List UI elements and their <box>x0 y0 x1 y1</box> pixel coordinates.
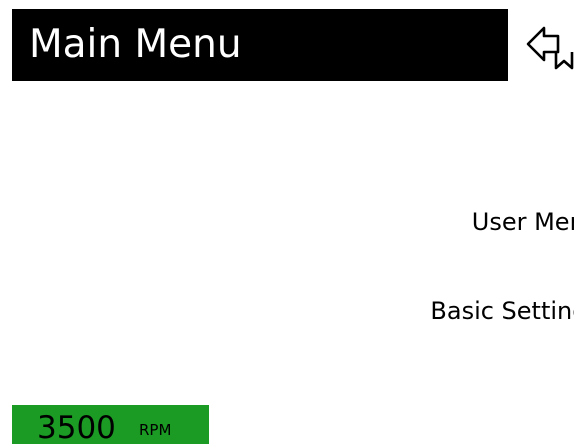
rpm-status-badge: 3500 RPM <box>12 405 209 444</box>
page-title: Main Menu <box>12 9 508 81</box>
back-button[interactable] <box>526 22 574 72</box>
menu-item-label: User Menu <box>471 208 574 236</box>
menu-item-user-menu[interactable]: User Menu <box>340 202 574 242</box>
rpm-value: 3500 <box>37 410 116 444</box>
menu-item-label: Basic Settings <box>430 297 574 325</box>
rpm-unit: RPM <box>139 421 172 439</box>
back-arrow-icon <box>526 26 574 70</box>
menu-item-basic-settings[interactable]: Basic Settings <box>340 291 574 331</box>
main-menu-screen: Main Menu User Menu Basic Settings 3500 … <box>0 0 574 444</box>
